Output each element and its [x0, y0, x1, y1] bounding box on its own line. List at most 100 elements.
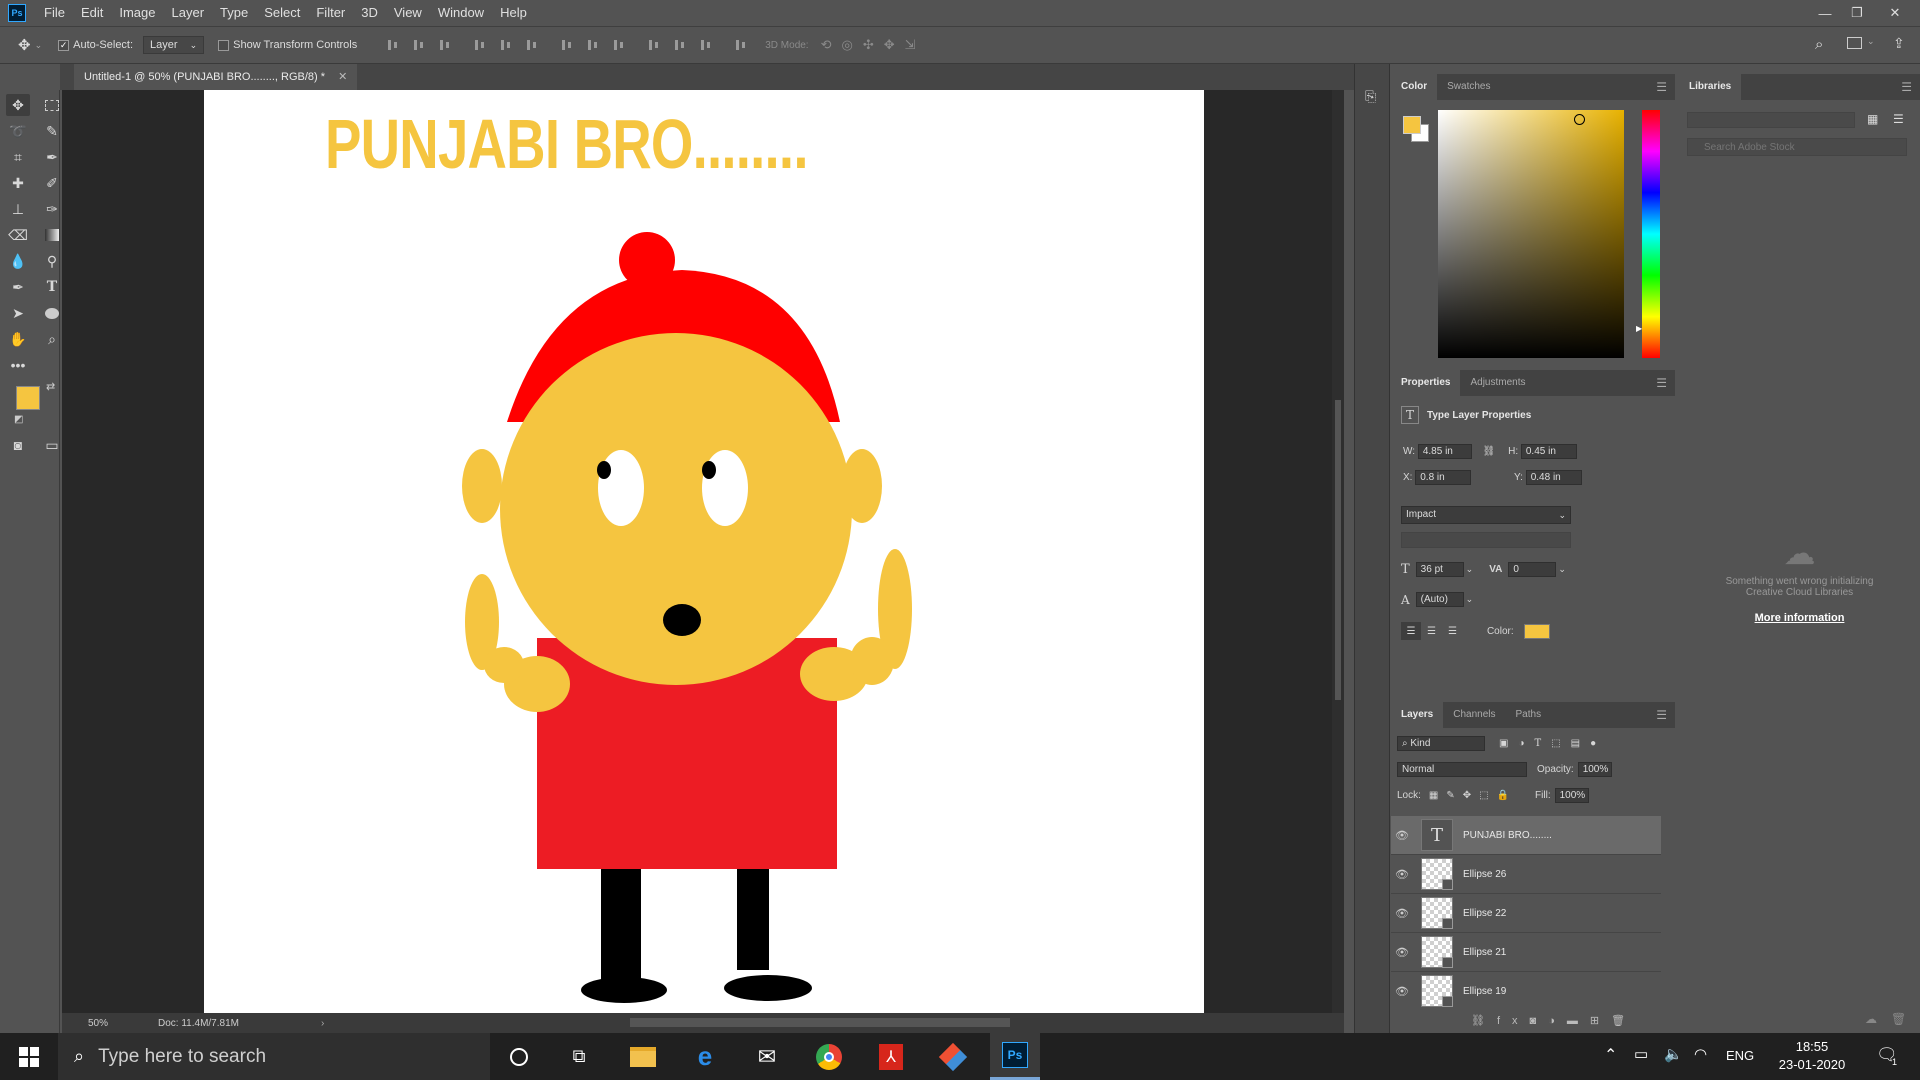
menu-edit[interactable]: Edit: [73, 0, 111, 26]
3d-roll-icon[interactable]: ◎: [842, 37, 863, 52]
list-view-icon[interactable]: ☰: [1893, 112, 1904, 126]
font-size-field[interactable]: 36 pt: [1415, 562, 1464, 577]
3d-orbit-icon[interactable]: ⟲: [821, 37, 842, 52]
menu-image[interactable]: Image: [111, 0, 163, 26]
adjustment-layer-icon[interactable]: ◑: [1548, 1015, 1567, 1027]
healing-brush-tool-icon[interactable]: ✚: [6, 172, 30, 194]
tab-adjustments[interactable]: Adjustments: [1460, 370, 1535, 396]
scroll-thumb[interactable]: [1335, 400, 1341, 700]
quick-mask-icon[interactable]: ◙: [6, 434, 30, 456]
crop-tool-icon[interactable]: ⌗: [6, 146, 30, 168]
new-group-icon[interactable]: ▬: [1567, 1015, 1590, 1027]
grid-view-icon[interactable]: ▦: [1867, 112, 1878, 126]
screen-mode-icon[interactable]: ▭: [40, 434, 64, 456]
canvas-area[interactable]: PUNJABI BRO........: [62, 90, 1342, 1013]
eraser-tool-icon[interactable]: ⌫: [6, 224, 30, 246]
menu-filter[interactable]: Filter: [308, 0, 353, 26]
y-field[interactable]: 0.48 in: [1525, 470, 1582, 485]
menu-window[interactable]: Window: [430, 0, 492, 26]
more-tools-icon[interactable]: •••: [6, 354, 30, 376]
filter-type-icon[interactable]: T: [1535, 738, 1542, 749]
status-arrow-icon[interactable]: ›: [321, 1018, 324, 1029]
visibility-eye-icon[interactable]: 👁: [1391, 946, 1413, 959]
lock-all-icon[interactable]: 🔒: [1497, 790, 1509, 801]
ellipse-tool-icon[interactable]: [40, 302, 64, 324]
close-icon[interactable]: ✕: [1882, 0, 1908, 26]
visibility-eye-icon[interactable]: 👁: [1391, 868, 1413, 881]
chevron-down-icon[interactable]: ⌄: [1466, 564, 1474, 575]
layer-row-ellipse-22[interactable]: 👁 Ellipse 22: [1391, 894, 1661, 933]
tab-properties[interactable]: Properties: [1391, 370, 1461, 396]
lock-transparent-icon[interactable]: ▦: [1429, 790, 1438, 801]
leading-field[interactable]: (Auto): [1415, 592, 1464, 607]
stock-search-input[interactable]: [1687, 138, 1907, 156]
creative-cloud-sync-icon[interactable]: ☁: [1865, 1012, 1877, 1026]
auto-align-icon[interactable]: [734, 37, 750, 53]
link-layers-icon[interactable]: ⛓: [1471, 1015, 1497, 1027]
chevron-down-icon[interactable]: ⌄: [1558, 564, 1566, 575]
lock-position-icon[interactable]: ✥: [1463, 790, 1471, 801]
clock[interactable]: 18:55 23-01-2020: [1770, 1038, 1854, 1074]
x-field[interactable]: 0.8 in: [1415, 470, 1472, 485]
tab-paths[interactable]: Paths: [1506, 702, 1552, 728]
history-brush-tool-icon[interactable]: ✑: [40, 198, 64, 220]
align-left-text-icon[interactable]: ☰: [1401, 622, 1421, 640]
delete-layer-icon[interactable]: 🗑: [1611, 1015, 1637, 1027]
auto-select-dropdown[interactable]: Layer ⌄: [143, 36, 205, 54]
quick-select-tool-icon[interactable]: ✎: [40, 120, 64, 142]
align-top-icon[interactable]: [386, 37, 402, 53]
text-color-swatch[interactable]: [1523, 623, 1550, 639]
path-selection-tool-icon[interactable]: ➤: [6, 302, 30, 324]
language-indicator[interactable]: ENG: [1726, 1048, 1754, 1063]
lock-artboard-icon[interactable]: ⬚: [1479, 790, 1488, 801]
trash-icon[interactable]: 🗑: [1891, 1012, 1906, 1026]
filter-adjustment-icon[interactable]: ◑: [1518, 738, 1524, 749]
distribute-vertical-center-icon[interactable]: [586, 37, 602, 53]
filter-pixel-icon[interactable]: ▣: [1499, 738, 1508, 749]
tab-channels[interactable]: Channels: [1443, 702, 1505, 728]
fill-field[interactable]: 100%: [1554, 788, 1589, 803]
menu-help[interactable]: Help: [492, 0, 535, 26]
width-field[interactable]: 4.85 in: [1417, 444, 1472, 459]
canvas-vertical-scrollbar[interactable]: [1332, 90, 1344, 1013]
close-tab-icon[interactable]: ✕: [338, 71, 347, 83]
align-left-icon[interactable]: [473, 37, 489, 53]
move-tool-preset-icon[interactable]: ✥: [18, 36, 31, 54]
3d-pan-icon[interactable]: ✣: [863, 37, 884, 52]
horizontal-scroll-thumb[interactable]: [630, 1018, 1010, 1027]
show-transform-option[interactable]: Show Transform Controls: [218, 39, 357, 51]
restore-icon[interactable]: ❐: [1844, 0, 1870, 26]
distribute-bottom-icon[interactable]: [612, 37, 628, 53]
panel-menu-icon[interactable]: ☰: [1656, 708, 1667, 722]
align-right-icon[interactable]: [525, 37, 541, 53]
tab-layers[interactable]: Layers: [1391, 702, 1444, 728]
opacity-field[interactable]: 100%: [1577, 762, 1612, 777]
add-mask-icon[interactable]: ◙: [1530, 1015, 1549, 1027]
distribute-horizontal-center-icon[interactable]: [673, 37, 689, 53]
layer-row-type[interactable]: 👁 T PUNJABI BRO........: [1391, 816, 1661, 855]
tracking-field[interactable]: 0: [1508, 562, 1557, 577]
chevron-down-icon[interactable]: ⌄: [35, 40, 43, 51]
share-icon[interactable]: ⇪: [1893, 35, 1905, 52]
acrobat-icon[interactable]: ⅄: [866, 1033, 916, 1080]
panel-menu-icon[interactable]: ☰: [1656, 80, 1667, 94]
swap-colors-icon[interactable]: ⇄: [46, 380, 55, 393]
distribute-top-icon[interactable]: [560, 37, 576, 53]
photoshop-logo-icon[interactable]: Ps: [8, 4, 26, 22]
dodge-tool-icon[interactable]: ⚲: [40, 250, 64, 272]
visibility-eye-icon[interactable]: 👁: [1391, 907, 1413, 920]
distribute-left-icon[interactable]: [647, 37, 663, 53]
filter-toggle-icon[interactable]: ●: [1590, 738, 1596, 749]
link-dimensions-icon[interactable]: ⛓: [1483, 446, 1496, 457]
show-transform-checkbox[interactable]: [218, 39, 230, 51]
menu-view[interactable]: View: [386, 0, 430, 26]
more-information-link[interactable]: More information: [1679, 612, 1920, 624]
default-colors-icon[interactable]: ◩: [14, 414, 23, 425]
mail-icon[interactable]: ✉: [742, 1033, 792, 1080]
tab-swatches[interactable]: Swatches: [1437, 74, 1500, 100]
taskbar-search-box[interactable]: ⌕ Type here to search: [58, 1033, 490, 1080]
menu-select[interactable]: Select: [256, 0, 308, 26]
edge-icon[interactable]: e: [680, 1033, 730, 1080]
layer-row-ellipse-19[interactable]: 👁 Ellipse 19: [1391, 972, 1661, 1010]
document-canvas[interactable]: PUNJABI BRO........: [204, 90, 1204, 1013]
